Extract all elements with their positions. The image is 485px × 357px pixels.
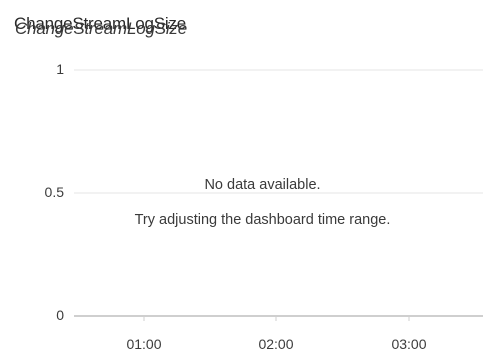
y-tick-label-0: 0 <box>56 307 64 323</box>
y-tick-label-1: 1 <box>56 61 64 77</box>
x-tick-label-0100: 01:00 <box>126 336 162 352</box>
chart-panel: ChangeStreamLogSize ChangeStreamLogSize … <box>0 0 485 357</box>
x-tick-label-0300: 03:00 <box>391 336 427 352</box>
no-data-message: No data available. <box>204 177 321 193</box>
no-data-hint: Try adjusting the dashboard time range. <box>134 212 391 228</box>
x-tick-label-0200: 02:00 <box>258 336 294 352</box>
